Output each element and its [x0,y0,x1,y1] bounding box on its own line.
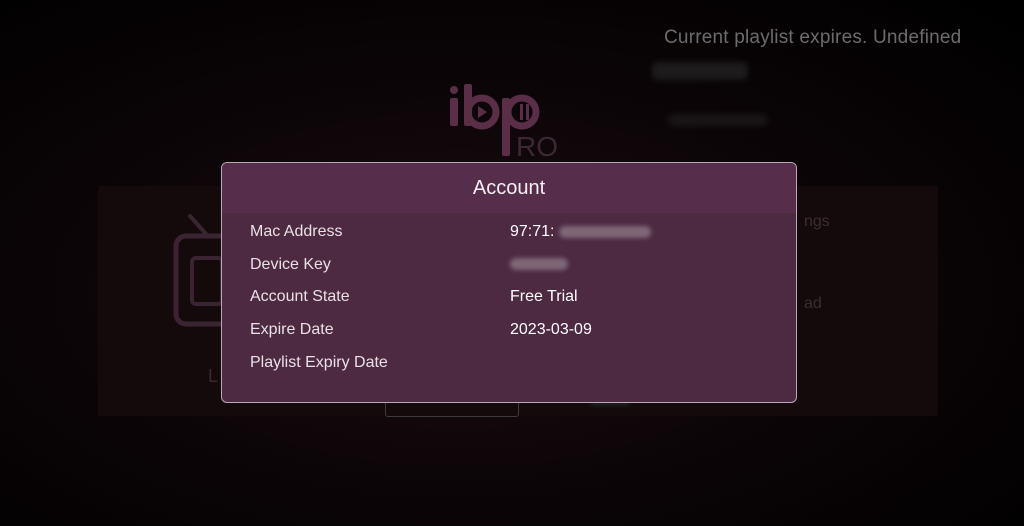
account-row-account-state: Account State Free Trial [222,288,796,321]
playlist-expiry-label: Playlist Expiry Date [250,353,388,371]
redacted-device-key [510,258,568,271]
account-row-mac-address: Mac Address 97:71: [222,223,796,256]
account-info-list: Mac Address 97:71: Device Key Account St… [222,223,796,386]
dialog-title: Account [472,176,546,199]
mac-address-label: Mac Address [250,223,343,240]
account-state-label: Account State [250,288,350,306]
account-state-value: Free Trial [510,288,578,306]
mac-address-value: 97:71: [510,223,651,241]
account-row-expire-date: Expire Date 2023-03-09 [222,321,796,354]
background-live-label: L [208,366,219,386]
playlist-expiry-notice: Current playlist expires. Undefined [664,27,962,48]
expire-date-value: 2023-03-09 [510,321,592,339]
device-key-label: Device Key [250,255,331,273]
account-row-device-key: Device Key [222,256,796,289]
expire-date-label: Expire Date [250,321,334,339]
ibo-pro-logo-icon: RO [450,84,558,160]
background-settings-label: ngs [804,213,830,230]
redacted-mac-suffix [558,225,651,238]
account-row-playlist-expiry: Playlist Expiry Date [222,354,796,387]
dialog-header: Account [222,163,796,213]
blurred-expiry-detail [652,62,748,80]
logo-text: RO [516,131,558,160]
account-dialog: Account Mac Address 97:71: Device Key Ac… [221,162,797,403]
blurred-background-text [668,114,768,126]
app-screen: Current playlist expires. Undefined RO L… [0,0,1024,526]
device-key-value [510,256,568,274]
tv-icon [173,214,224,327]
background-download-label: ad [804,295,822,312]
